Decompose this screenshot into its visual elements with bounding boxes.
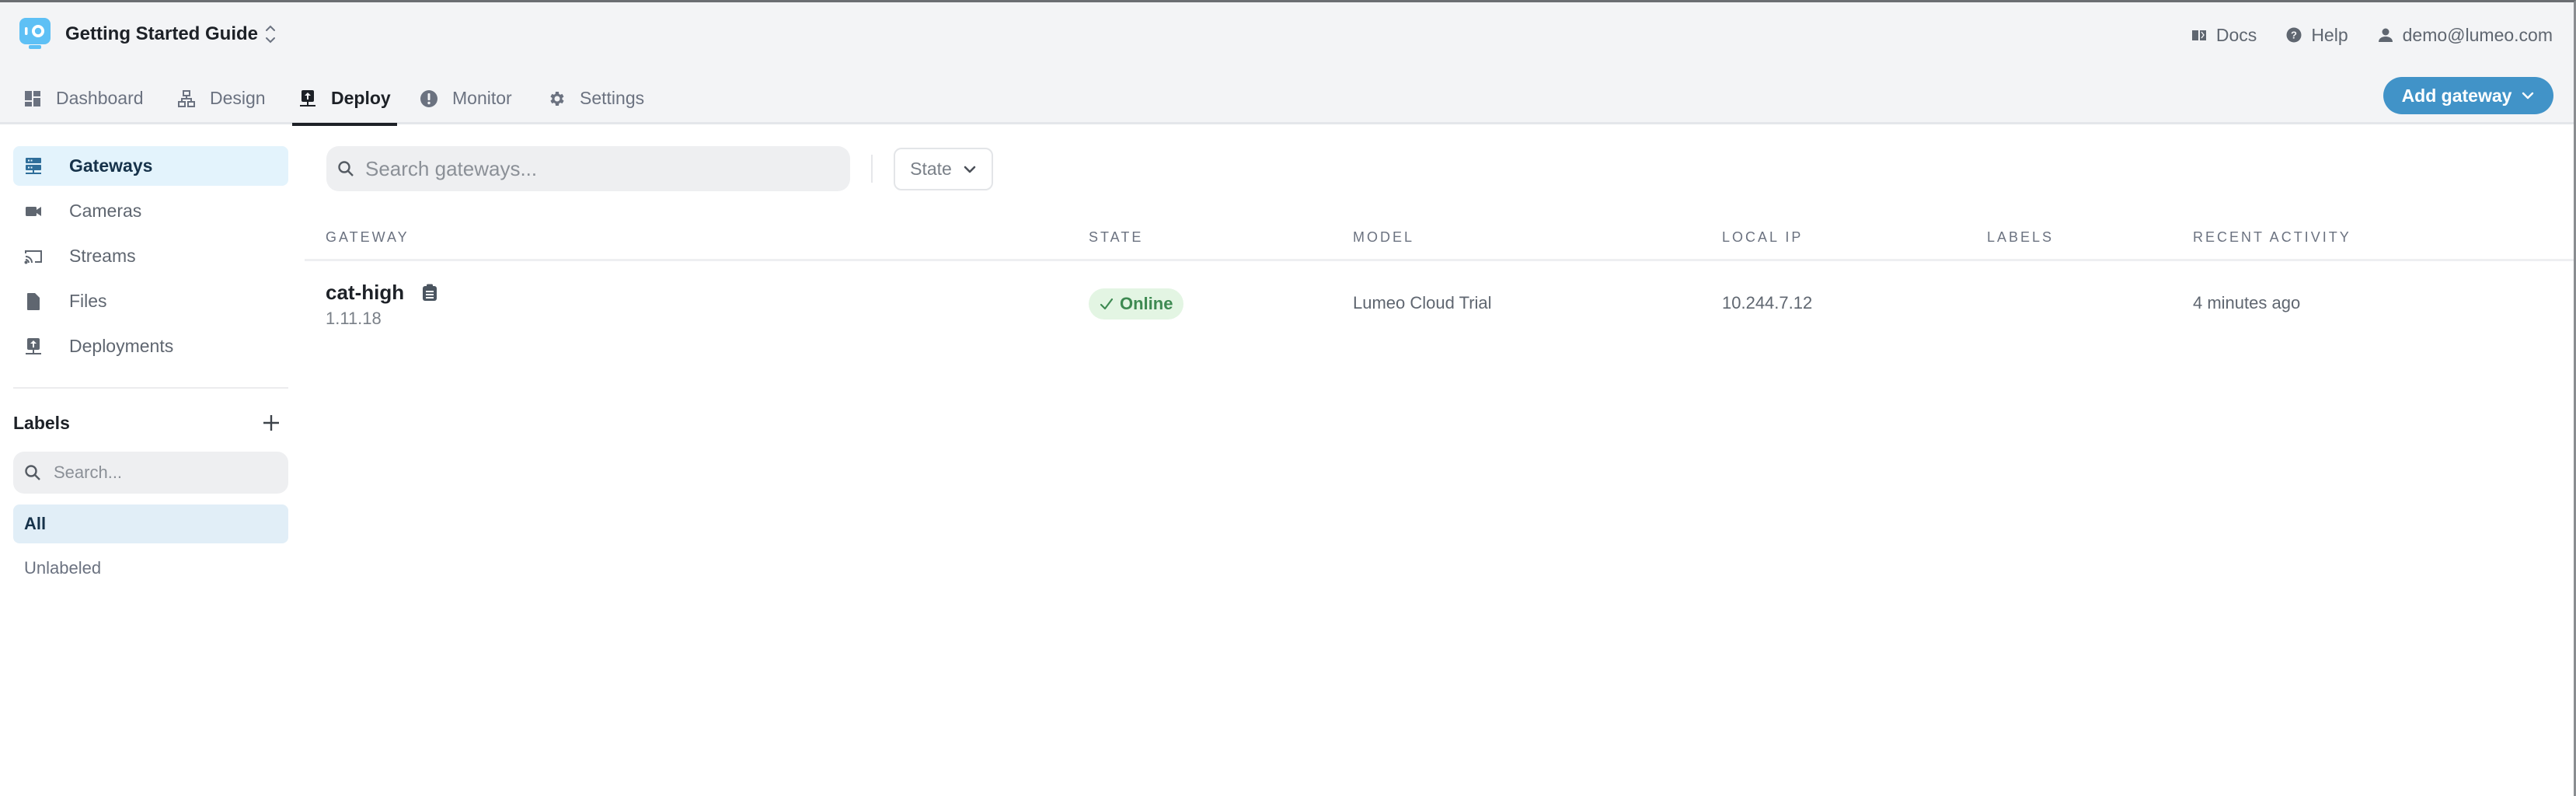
gateway-recent-activity: 4 minutes ago (2193, 293, 2301, 312)
add-label-plus-icon[interactable] (261, 413, 281, 433)
lumeo-logo-icon[interactable] (19, 18, 51, 51)
sidebar-item-deployments[interactable]: Deployments (13, 326, 288, 366)
search-icon (338, 161, 354, 176)
tab-settings-label: Settings (580, 88, 645, 108)
search-icon (25, 465, 40, 480)
chevron-down-icon (2522, 92, 2534, 100)
sidebar-item-label: Streams (69, 246, 136, 266)
gateway-name[interactable]: cat-high (326, 281, 404, 305)
gateway-model: Lumeo Cloud Trial (1353, 293, 1492, 312)
status-badge: Online (1089, 288, 1184, 319)
label-filter-label: All (24, 514, 47, 533)
file-icon (24, 292, 43, 311)
label-filter-unlabeled[interactable]: Unlabeled (13, 549, 288, 588)
tab-dashboard[interactable]: Dashboard (23, 72, 144, 124)
user-email: demo@lumeo.com (2402, 24, 2553, 45)
gateway-search-input[interactable] (365, 156, 831, 181)
gateway-local-ip: 10.244.7.12 (1722, 293, 1813, 312)
sidebar-divider (13, 387, 288, 389)
sidebar-item-label: Files (69, 291, 107, 311)
labels-search-field[interactable] (13, 452, 288, 494)
alert-circle-icon (420, 89, 438, 108)
sidebar-item-cameras[interactable]: Cameras (13, 191, 288, 231)
toolbar-separator (871, 155, 873, 183)
sidebar-item-gateways[interactable]: Gateways (13, 146, 288, 186)
gateways-main: State Gateway State Model Local IP Label… (305, 127, 2574, 796)
tab-monitor[interactable]: Monitor (420, 72, 512, 124)
column-header-labels[interactable]: Labels (1987, 229, 2054, 246)
column-header-recent-activity[interactable]: Recent Activity (2193, 229, 2351, 246)
state-filter-dropdown[interactable]: State (894, 148, 993, 190)
gateway-search-field[interactable] (326, 146, 850, 191)
column-header-gateway[interactable]: Gateway (326, 229, 410, 246)
column-header-local-ip[interactable]: Local IP (1722, 229, 1803, 246)
gateway-version: 1.11.18 (326, 309, 382, 328)
user-icon (2378, 27, 2393, 43)
deploy-icon (24, 337, 43, 356)
table-header: Gateway State Model Local IP Labels Rece… (305, 220, 2574, 261)
cast-icon (24, 247, 43, 266)
sidebar: Gateways Cameras Streams Files Deploymen… (0, 127, 303, 796)
help-link-label: Help (2311, 24, 2348, 45)
labels-heading: Labels (13, 413, 70, 433)
sitemap-icon (177, 89, 196, 108)
camera-icon (24, 202, 43, 221)
svg-text:?: ? (2291, 30, 2297, 41)
help-link[interactable]: ? Help (2286, 25, 2348, 46)
tab-design-label: Design (210, 88, 266, 108)
sidebar-item-streams[interactable]: Streams (13, 236, 288, 276)
top-right-links: Docs ? Help demo@lumeo.com (2191, 19, 2553, 51)
book-icon (2191, 27, 2207, 43)
top-header: Getting Started Guide Dashboard Design D… (0, 2, 2574, 126)
add-gateway-button[interactable]: Add gateway (2383, 77, 2553, 114)
tab-design[interactable]: Design (177, 72, 266, 124)
clipboard-copy-icon[interactable] (422, 284, 437, 301)
tab-monitor-label: Monitor (452, 88, 512, 108)
project-title[interactable]: Getting Started Guide (65, 22, 258, 47)
user-menu[interactable]: demo@lumeo.com (2378, 25, 2553, 46)
tab-settings[interactable]: Settings (547, 72, 644, 124)
state-filter-label: State (910, 159, 952, 179)
add-gateway-label: Add gateway (2401, 85, 2512, 106)
tab-dashboard-label: Dashboard (56, 88, 144, 108)
check-icon (1100, 298, 1114, 310)
sidebar-item-files[interactable]: Files (13, 281, 288, 321)
label-filter-label: Unlabeled (24, 558, 102, 578)
chevron-down-icon (964, 166, 976, 173)
docs-link-label: Docs (2215, 24, 2257, 45)
tab-deploy-label: Deploy (331, 88, 391, 108)
docs-link[interactable]: Docs (2191, 25, 2257, 46)
server-icon (24, 157, 43, 176)
column-header-model[interactable]: Model (1353, 229, 1414, 246)
help-circle-icon: ? (2286, 27, 2302, 43)
label-filter-all[interactable]: All (13, 504, 288, 543)
labels-search-input[interactable] (54, 463, 271, 483)
dashboard-icon (23, 89, 42, 108)
gear-icon (547, 89, 566, 108)
tab-deploy[interactable]: Deploy (292, 72, 397, 126)
column-header-state[interactable]: State (1089, 229, 1143, 246)
status-badge-label: Online (1120, 294, 1173, 313)
sidebar-item-label: Gateways (69, 155, 153, 176)
deploy-icon (298, 89, 317, 108)
sidebar-item-label: Cameras (69, 201, 142, 221)
project-switcher-chevrons-icon[interactable] (264, 23, 277, 46)
app-window: Getting Started Guide Dashboard Design D… (0, 0, 2576, 796)
sidebar-item-label: Deployments (69, 336, 174, 356)
